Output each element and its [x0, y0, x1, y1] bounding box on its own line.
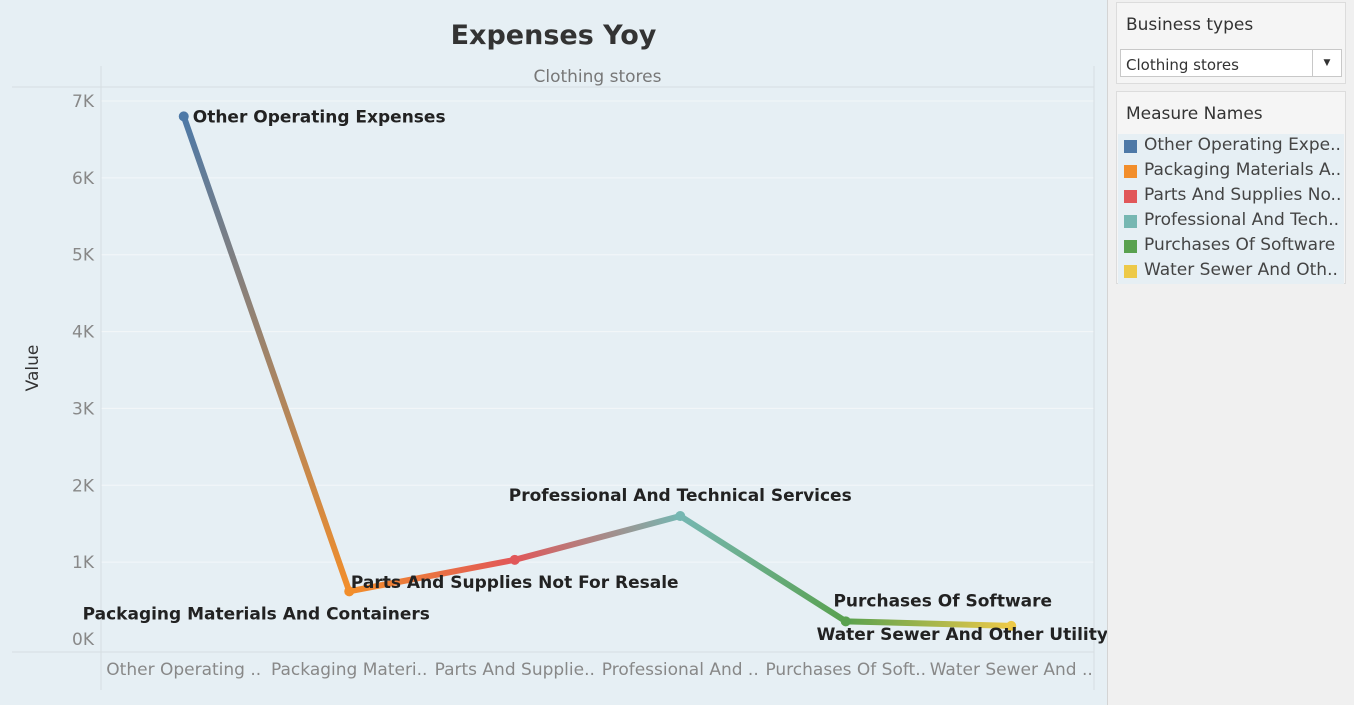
- legend-swatch: [1124, 215, 1137, 228]
- chevron-down-icon[interactable]: ▼: [1312, 50, 1341, 76]
- legend-item[interactable]: Parts And Supplies No..: [1118, 184, 1344, 209]
- data-point[interactable]: [675, 511, 686, 522]
- data-label: Professional And Technical Services: [509, 486, 852, 506]
- x-tick-label: Professional And ..: [602, 660, 759, 680]
- business-type-select[interactable]: Clothing stores ▼: [1120, 49, 1342, 77]
- legend-label: Purchases Of Software: [1144, 235, 1336, 255]
- y-tick-label: 0K: [72, 630, 95, 650]
- legend-swatch: [1124, 165, 1137, 178]
- legend-label: Other Operating Expe..: [1144, 135, 1341, 155]
- line-segment: [677, 513, 849, 625]
- data-label: Other Operating Expenses: [193, 107, 446, 127]
- legend-label: Parts And Supplies No..: [1144, 185, 1342, 205]
- data-label: Purchases Of Software: [833, 591, 1052, 611]
- data-label: Water Sewer And Other Utility: [817, 625, 1107, 645]
- x-tick-label: Purchases Of Soft..: [765, 660, 926, 680]
- x-tick-label: Water Sewer And ..: [930, 660, 1093, 680]
- x-tick-label: Parts And Supplie..: [435, 660, 595, 680]
- legend-item[interactable]: Water Sewer And Oth..: [1118, 259, 1344, 284]
- legend-swatch: [1124, 265, 1137, 278]
- data-point[interactable]: [178, 111, 189, 122]
- line-chart: Clothing stores 0K 1K 2K 3K 4K 5K 6K 7K Value Othe…: [12, 66, 1107, 690]
- legend-swatch: [1124, 190, 1137, 203]
- y-axis-title: Value: [23, 345, 43, 392]
- x-tick-label: Other Operating ..: [106, 660, 261, 680]
- legend-label: Professional And Tech..: [1144, 210, 1340, 230]
- legend-item[interactable]: Purchases Of Software: [1118, 234, 1344, 259]
- legend-swatch: [1124, 140, 1137, 153]
- filter-title: Business types: [1126, 15, 1254, 35]
- legend-swatch: [1124, 240, 1137, 253]
- legend-item[interactable]: Other Operating Expe..: [1118, 134, 1344, 159]
- legend-list: Other Operating Expe.. Packaging Material…: [1118, 134, 1344, 284]
- panel-header-label: Clothing stores: [534, 67, 662, 87]
- x-tick-label: Packaging Materi..: [271, 660, 427, 680]
- measure-names-legend: Measure Names Other Operating Expe.. Pack…: [1116, 91, 1346, 284]
- y-tick-label: 2K: [72, 476, 95, 496]
- y-tick-label: 7K: [72, 92, 95, 112]
- business-types-filter: Business types Clothing stores ▼: [1116, 2, 1346, 84]
- legend-label: Water Sewer And Oth..: [1144, 260, 1338, 280]
- y-tick-label: 3K: [72, 399, 95, 419]
- line-segment: [511, 513, 684, 563]
- line-segment: [180, 113, 353, 595]
- y-tick-label: 5K: [72, 246, 95, 266]
- legend-item[interactable]: Professional And Tech..: [1118, 209, 1344, 234]
- legend-label: Packaging Materials A..: [1144, 160, 1342, 180]
- chart-panel: Expenses Yoy Clothing stores 0K 1K 2K 3K 4K 5K…: [0, 0, 1108, 705]
- legend-title: Measure Names: [1126, 104, 1263, 124]
- y-tick-label: 1K: [72, 553, 95, 573]
- data-point[interactable]: [509, 554, 520, 565]
- business-type-selected-value: Clothing stores: [1126, 56, 1239, 74]
- data-label: Packaging Materials And Containers: [83, 604, 430, 624]
- y-tick-label: 4K: [72, 323, 95, 343]
- legend-item[interactable]: Packaging Materials A..: [1118, 159, 1344, 184]
- data-label: Parts And Supplies Not For Resale: [351, 573, 679, 593]
- y-tick-label: 6K: [72, 169, 95, 189]
